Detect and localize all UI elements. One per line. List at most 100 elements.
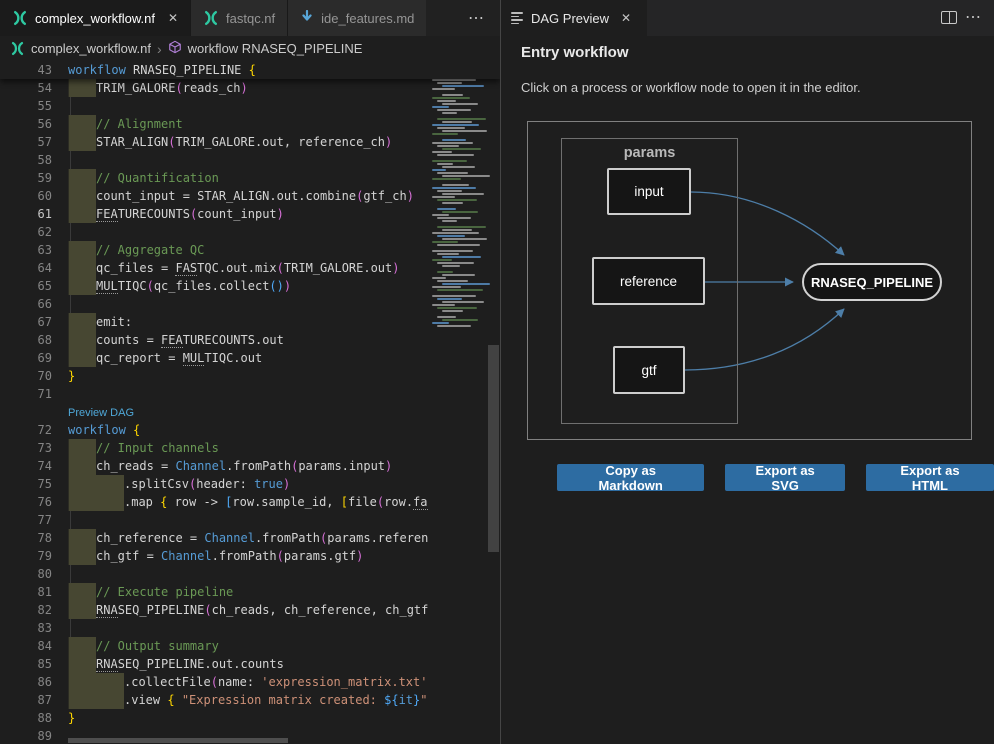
dag-node-input[interactable]: input <box>607 168 691 215</box>
breadcrumb-file[interactable]: complex_workflow.nf <box>31 41 151 56</box>
line-number[interactable]: 54 <box>0 79 68 97</box>
line-number[interactable]: 60 <box>0 187 68 205</box>
tab-dag-preview[interactable]: DAG Preview ✕ <box>501 0 647 36</box>
line-number[interactable]: 84 <box>0 637 68 655</box>
close-icon[interactable]: ✕ <box>621 11 631 25</box>
copy-as-markdown-button[interactable]: Copy as Markdown <box>557 464 704 491</box>
minimap-line <box>437 307 477 309</box>
minimap[interactable] <box>430 61 487 328</box>
split-editor-icon[interactable] <box>941 11 957 24</box>
line-number[interactable]: 56 <box>0 115 68 133</box>
dag-node-reference[interactable]: reference <box>592 257 705 305</box>
line-number[interactable]: 66 <box>0 295 68 313</box>
line-number[interactable]: 72 <box>0 421 68 439</box>
line-number[interactable]: 73 <box>0 439 68 457</box>
code-line[interactable]: 56// Alignment <box>0 115 500 133</box>
line-number[interactable]: 81 <box>0 583 68 601</box>
code-line[interactable]: 66 <box>0 295 500 313</box>
line-number[interactable]: 88 <box>0 709 68 727</box>
line-number[interactable]: 64 <box>0 259 68 277</box>
code-line[interactable]: 88} <box>0 709 500 727</box>
code-line[interactable]: 65MULTIQC(qc_files.collect()) <box>0 277 500 295</box>
line-number[interactable]: 89 <box>0 727 68 744</box>
more-actions-icon[interactable]: ⋯ <box>468 8 486 28</box>
minimap-line <box>442 112 457 114</box>
line-number[interactable]: 85 <box>0 655 68 673</box>
line-number[interactable]: 67 <box>0 313 68 331</box>
dag-node-rnaseq-pipeline[interactable]: RNASEQ_PIPELINE <box>802 263 942 301</box>
code-line[interactable]: 72workflow { <box>0 421 500 439</box>
code-line[interactable]: 70} <box>0 367 500 385</box>
line-number[interactable]: 75 <box>0 475 68 493</box>
line-number[interactable]: 65 <box>0 277 68 295</box>
line-number[interactable]: 70 <box>0 367 68 385</box>
code-line[interactable]: 58 <box>0 151 500 169</box>
line-number[interactable]: 63 <box>0 241 68 259</box>
line-number[interactable]: 61 <box>0 205 68 223</box>
line-number[interactable]: 79 <box>0 547 68 565</box>
line-number[interactable]: 62 <box>0 223 68 241</box>
tab-fastqc[interactable]: fastqc.nf <box>190 0 287 36</box>
more-actions-icon[interactable]: ⋯ <box>965 7 983 27</box>
code-line[interactable]: 85RNASEQ_PIPELINE.out.counts <box>0 655 500 673</box>
code-line[interactable]: 61FEATURECOUNTS(count_input) <box>0 205 500 223</box>
code-line[interactable]: 75.splitCsv(header: true) <box>0 475 500 493</box>
line-number[interactable]: 83 <box>0 619 68 637</box>
tab-ide-features[interactable]: ide_features.md <box>287 0 426 36</box>
code-line[interactable]: 57STAR_ALIGN(TRIM_GALORE.out, reference_… <box>0 133 500 151</box>
code-line[interactable]: 69qc_report = MULTIQC.out <box>0 349 500 367</box>
line-number[interactable]: 58 <box>0 151 68 169</box>
code-line[interactable]: 84// Output summary <box>0 637 500 655</box>
breadcrumb-symbol[interactable]: workflow RNASEQ_PIPELINE <box>188 41 363 56</box>
line-number[interactable] <box>0 403 68 421</box>
tab-complex-workflow[interactable]: complex_workflow.nf ✕ <box>0 0 190 36</box>
codelens-row[interactable]: Preview DAG <box>0 403 500 421</box>
line-number[interactable]: 68 <box>0 331 68 349</box>
line-number[interactable]: 69 <box>0 349 68 367</box>
code-line[interactable]: 82RNASEQ_PIPELINE(ch_reads, ch_reference… <box>0 601 500 619</box>
code-line[interactable]: 76.map { row -> [row.sample_id, [file(ro… <box>0 493 500 511</box>
code-line[interactable]: 60count_input = STAR_ALIGN.out.combine(g… <box>0 187 500 205</box>
line-number[interactable]: 87 <box>0 691 68 709</box>
line-number[interactable]: 80 <box>0 565 68 583</box>
line-number[interactable]: 82 <box>0 601 68 619</box>
code-line[interactable]: 71 <box>0 385 500 403</box>
dag-node-gtf[interactable]: gtf <box>613 346 685 394</box>
code-line[interactable]: 80 <box>0 565 500 583</box>
code-line[interactable]: 87.view { "Expression matrix created: ${… <box>0 691 500 709</box>
line-number[interactable]: 59 <box>0 169 68 187</box>
code-line[interactable]: 67emit: <box>0 313 500 331</box>
codelens-preview-dag[interactable]: Preview DAG <box>68 407 134 419</box>
code-line[interactable]: 81// Execute pipeline <box>0 583 500 601</box>
line-number[interactable]: 57 <box>0 133 68 151</box>
code-line[interactable]: 64qc_files = FASTQC.out.mix(TRIM_GALORE.… <box>0 259 500 277</box>
code-line[interactable]: 63// Aggregate QC <box>0 241 500 259</box>
code-line[interactable]: 59// Quantification <box>0 169 500 187</box>
minimap-line <box>437 289 483 291</box>
line-number[interactable]: 55 <box>0 97 68 115</box>
code-line[interactable]: 55 <box>0 97 500 115</box>
sticky-line[interactable]: 43 workflow RNASEQ_PIPELINE { <box>0 61 500 79</box>
code-line[interactable]: 62 <box>0 223 500 241</box>
code-line[interactable]: 74ch_reads = Channel.fromPath(params.inp… <box>0 457 500 475</box>
code-line[interactable]: 54TRIM_GALORE(reads_ch) <box>0 79 500 97</box>
code-line[interactable]: 78ch_reference = Channel.fromPath(params… <box>0 529 500 547</box>
export-as-svg-button[interactable]: Export as SVG <box>725 464 845 491</box>
code-line[interactable]: 68counts = FEATURECOUNTS.out <box>0 331 500 349</box>
vertical-scrollbar[interactable] <box>488 345 499 552</box>
code-line[interactable]: 83 <box>0 619 500 637</box>
export-as-html-button[interactable]: Export as HTML <box>866 464 994 491</box>
code-line[interactable]: 86.collectFile(name: 'expression_matrix.… <box>0 673 500 691</box>
close-icon[interactable]: ✕ <box>168 11 178 25</box>
code-line[interactable]: 73// Input channels <box>0 439 500 457</box>
line-number[interactable]: 78 <box>0 529 68 547</box>
code-line[interactable]: 77 <box>0 511 500 529</box>
line-number[interactable]: 74 <box>0 457 68 475</box>
line-number[interactable]: 76 <box>0 493 68 511</box>
line-number[interactable]: 71 <box>0 385 68 403</box>
line-number[interactable]: 77 <box>0 511 68 529</box>
line-number[interactable]: 43 <box>0 61 68 79</box>
code-line[interactable]: 79ch_gtf = Channel.fromPath(params.gtf) <box>0 547 500 565</box>
line-number[interactable]: 86 <box>0 673 68 691</box>
horizontal-scrollbar[interactable] <box>68 738 288 743</box>
